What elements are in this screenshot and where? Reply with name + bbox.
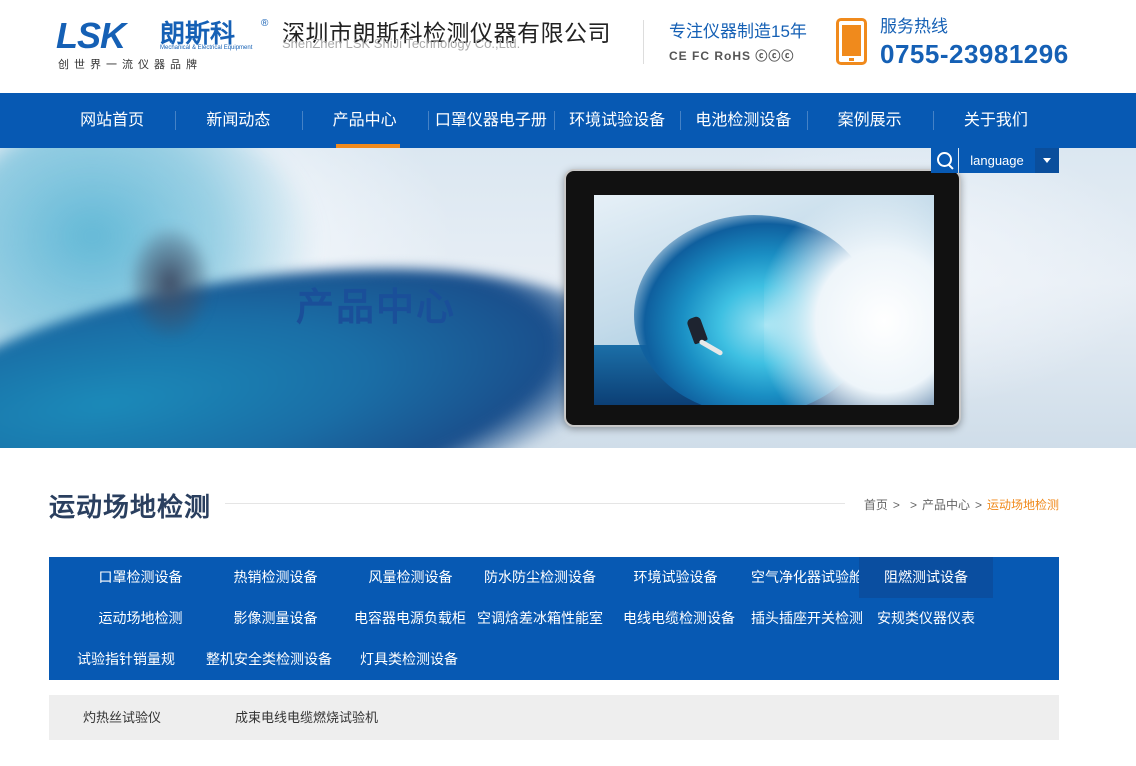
breadcrumb-separator: > [892, 498, 900, 512]
breadcrumb-separator: > [909, 498, 917, 512]
category-item[interactable]: 影像测量设备 [209, 598, 342, 639]
phone-icon [836, 18, 867, 65]
site-header: LSK 朗斯科 ® Mechanical & Electrical Equipm… [0, 0, 1136, 93]
breadcrumb: 首页 > > 产品中心 > 运动场地检测 [864, 496, 1059, 513]
title-divider [225, 503, 845, 504]
company-info: 深圳市朗斯科检测仪器有限公司 ShenZhen LSK ShiJi Techno… [282, 19, 611, 51]
company-logo[interactable]: LSK 朗斯科 ® Mechanical & Electrical Equipm… [56, 15, 272, 72]
category-item[interactable]: 阻燃测试设备 [859, 557, 993, 598]
category-item[interactable]: 口罩检测设备 [74, 557, 207, 598]
subcategory-item[interactable]: 成束电线电缆燃烧试验机 [235, 695, 378, 740]
category-item[interactable]: 环境试验设备 [609, 557, 742, 598]
category-item[interactable]: 试验指针销量规 [61, 639, 191, 680]
breadcrumb-current: 运动场地检测 [986, 498, 1059, 512]
tablet-screen [594, 195, 934, 405]
tablet-image [564, 169, 961, 427]
nav-item[interactable]: 产品中心 [301, 93, 428, 148]
nav-item[interactable]: 环境试验设备 [554, 93, 680, 148]
hotline-block: 服务热线 0755-23981296 [880, 17, 1069, 71]
subcategory-item[interactable]: 灼热丝试验仪 [83, 695, 161, 740]
category-item[interactable]: 安规类仪器仪表 [859, 598, 993, 639]
page-banner: 产品中心 language [0, 148, 1136, 448]
chevron-down-icon[interactable] [1035, 148, 1059, 173]
subcategory-bar: 灼热丝试验仪 成束电线电缆燃烧试验机 [49, 695, 1059, 740]
nav-item[interactable]: 网站首页 [49, 93, 175, 148]
logo-en-tagline: Mechanical & Electrical Equipment [160, 45, 253, 51]
search-icon[interactable] [931, 148, 958, 173]
category-item[interactable]: 灯具类检测设备 [324, 639, 494, 680]
main-nav: 网站首页 新闻动态 产品中心 口罩仪器电子册 环境试验设备 电池检测设备 案例展示 关于我们 [0, 93, 1136, 148]
nav-item[interactable]: 新闻动态 [175, 93, 301, 148]
logo-slogan: 创世界一流仪器品牌 [58, 59, 202, 71]
logo-mark: LSK [56, 15, 126, 56]
language-label: language [970, 153, 1024, 168]
banner-title: 产品中心 [296, 287, 457, 329]
cert-marks: CE FC RoHS ⓒⓒⓒ [669, 49, 795, 63]
category-menu: 口罩检测设备 热销检测设备 风量检测设备 防水防尘检测设备 环境试验设备 空气净化器试验舱… [49, 557, 1059, 680]
section-title: 运动场地检测 [49, 492, 212, 522]
focus-block: 专注仪器制造15年 CE FC RoHS ⓒⓒⓒ [669, 21, 807, 64]
breadcrumb-parent[interactable]: 产品中心 [922, 498, 970, 512]
category-item[interactable]: 运动场地检测 [74, 598, 207, 639]
language-select[interactable]: language [959, 148, 1059, 173]
logo-registered: ® [261, 18, 269, 29]
focus-text: 专注仪器制造15年 [669, 22, 807, 41]
header-divider [643, 20, 644, 64]
hotline-number[interactable]: 0755-23981296 [880, 37, 1069, 71]
nav-item[interactable]: 关于我们 [932, 93, 1059, 148]
breadcrumb-home[interactable]: 首页 [864, 498, 888, 512]
nav-item[interactable]: 口罩仪器电子册 [427, 93, 554, 148]
company-name-en: ShenZhen LSK ShiJi Technology Co.,Ltd. [282, 36, 521, 51]
banner-bg-surfer [130, 228, 210, 338]
breadcrumb-separator: > [974, 498, 982, 512]
category-item[interactable]: 防水防尘检测设备 [457, 557, 623, 598]
logo-cn-name: 朗斯科 [160, 20, 236, 48]
hotline-label: 服务热线 [880, 17, 948, 36]
nav-list: 网站首页 新闻动态 产品中心 口罩仪器电子册 环境试验设备 电池检测设备 案例展示 关于我们 [49, 93, 1059, 148]
nav-item[interactable]: 电池检测设备 [680, 93, 806, 148]
screen-foam [764, 195, 934, 405]
nav-item[interactable]: 案例展示 [806, 93, 933, 148]
category-item[interactable]: 热销检测设备 [209, 557, 342, 598]
